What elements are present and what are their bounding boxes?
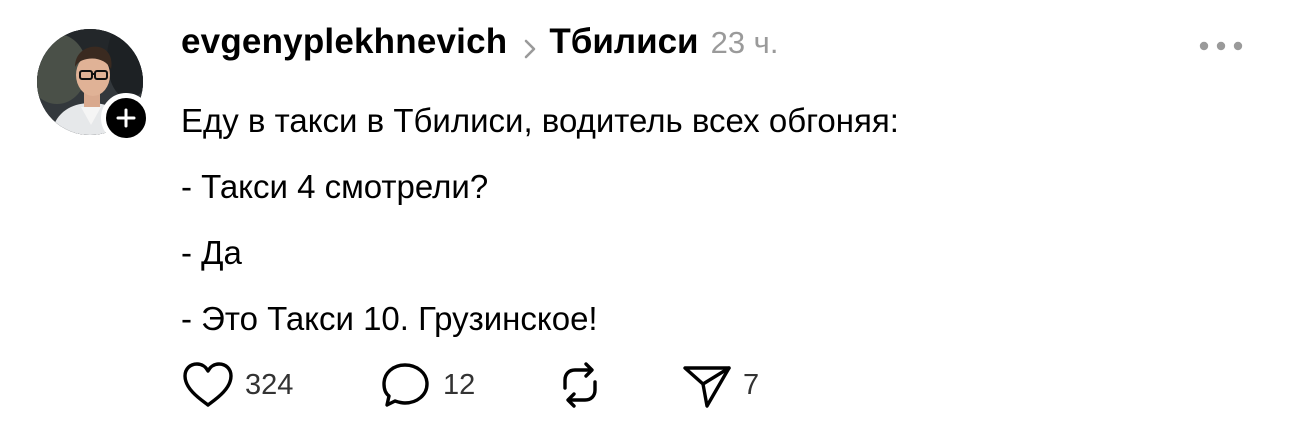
comment-count: 12 bbox=[443, 368, 476, 401]
comment-icon bbox=[382, 363, 429, 407]
post: evgenyplekhnevich Тбилиси 23 ч. Еду в та… bbox=[0, 0, 1290, 425]
avatar-container[interactable] bbox=[37, 29, 151, 143]
like-count: 324 bbox=[245, 368, 294, 401]
repost-button[interactable] bbox=[555, 357, 605, 413]
post-body: Еду в такси в Тбилиси, водитель всех обг… bbox=[181, 88, 1231, 352]
chevron-right-icon bbox=[525, 39, 536, 59]
post-text-line: - Это Такси 10. Грузинское! bbox=[181, 300, 598, 337]
post-time: 23 ч. bbox=[710, 25, 779, 60]
share-button[interactable]: 7 bbox=[681, 357, 759, 413]
more-icon[interactable] bbox=[1198, 38, 1244, 54]
follow-button[interactable] bbox=[101, 93, 151, 143]
comment-button[interactable]: 12 bbox=[381, 357, 475, 413]
action-bar: 324 12 7 bbox=[181, 357, 881, 413]
heart-icon bbox=[183, 362, 233, 407]
send-icon bbox=[683, 366, 731, 408]
post-text-line: Еду в такси в Тбилиси, водитель всех обг… bbox=[181, 102, 899, 139]
post-text-line: - Такси 4 смотрели? bbox=[181, 168, 489, 205]
repost-icon bbox=[563, 362, 597, 408]
like-button[interactable]: 324 bbox=[181, 357, 293, 413]
share-count: 7 bbox=[743, 368, 760, 401]
topic-link[interactable]: Тбилиси bbox=[549, 22, 698, 62]
plus-icon bbox=[116, 108, 136, 128]
username-link[interactable]: evgenyplekhnevich bbox=[181, 22, 507, 62]
post-header: evgenyplekhnevich Тбилиси 23 ч. bbox=[181, 22, 778, 70]
post-text-line: - Да bbox=[181, 234, 242, 271]
